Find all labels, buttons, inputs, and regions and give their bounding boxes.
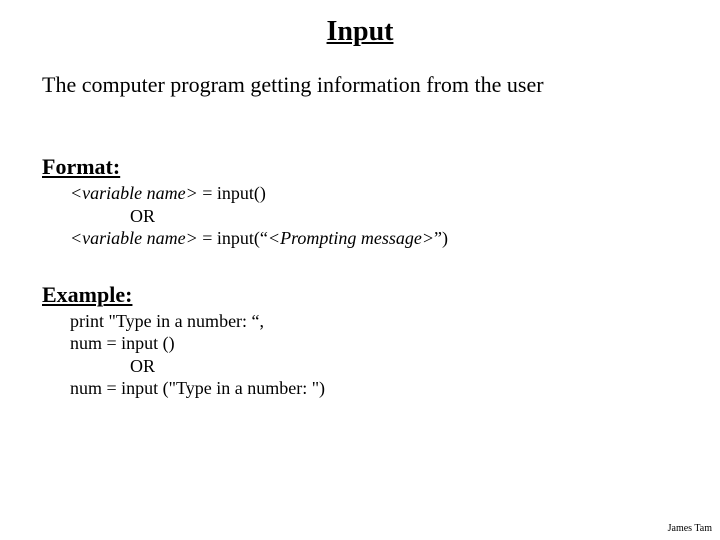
format-var-1: <variable name> — [70, 183, 198, 203]
format-line-2: <variable name> = input(“<Prompting mess… — [70, 227, 720, 250]
format-end-2: ”) — [434, 228, 448, 248]
format-block: <variable name> = input() OR <variable n… — [70, 182, 720, 250]
footer-author: James Tam — [668, 523, 712, 534]
page-title: Input — [0, 0, 720, 48]
example-line-2: num = input () — [70, 332, 720, 355]
format-rest-1: = input() — [198, 183, 266, 203]
example-line-1: print "Type in a number: “, — [70, 310, 720, 333]
format-prompt: <Prompting message> — [268, 228, 434, 248]
example-line-3: num = input ("Type in a number: ") — [70, 377, 720, 400]
example-heading: Example: — [42, 282, 720, 308]
tagline: The computer program getting information… — [42, 72, 720, 98]
example-block: print "Type in a number: “, num = input … — [70, 310, 720, 400]
format-or: OR — [130, 205, 720, 228]
format-line-1: <variable name> = input() — [70, 182, 720, 205]
format-mid-2: = input(“ — [198, 228, 268, 248]
format-var-2: <variable name> — [70, 228, 198, 248]
example-or: OR — [130, 355, 720, 378]
format-heading: Format: — [42, 154, 720, 180]
slide: Input The computer program getting infor… — [0, 0, 720, 540]
